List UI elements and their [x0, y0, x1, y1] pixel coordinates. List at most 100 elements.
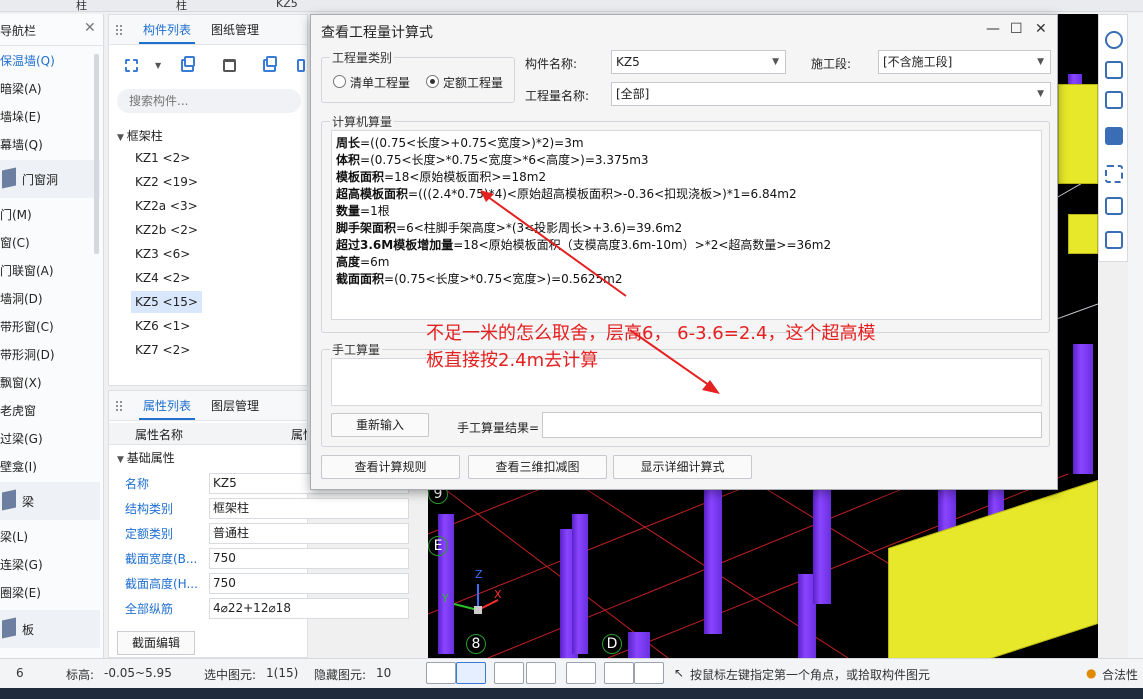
component-item[interactable]: KZ7 <2> [131, 339, 194, 361]
new-component-icon[interactable] [121, 55, 143, 77]
property-value[interactable]: 750 [209, 573, 409, 594]
component-item-selected[interactable]: KZ5 <15> [131, 291, 202, 313]
nav-item[interactable]: 连梁(G) [0, 552, 43, 578]
cube-view-icon[interactable] [1105, 91, 1123, 109]
drag-handle-icon[interactable] [115, 400, 123, 412]
scrollbar[interactable] [94, 54, 99, 254]
drag-handle-icon[interactable] [115, 24, 123, 36]
tab-layer-manage[interactable]: 图层管理 [207, 397, 263, 414]
angle-icon[interactable] [526, 662, 556, 684]
nav-group-slab[interactable]: 板 [0, 610, 100, 648]
component-item[interactable]: KZ3 <6> [131, 243, 194, 265]
layer-copy-icon[interactable] [259, 55, 281, 77]
property-header: 属性名称 属性值 [109, 423, 307, 445]
component-item[interactable]: KZ2b <2> [131, 219, 202, 241]
comp-name-select[interactable]: KZ5 ▼ [611, 50, 786, 74]
cross-select-icon[interactable] [494, 662, 524, 684]
nav-item[interactable]: 过梁(G) [0, 426, 43, 452]
property-value[interactable]: 普通柱 [209, 523, 409, 544]
formula-expr: =(0.75<长度>*0.75<宽度>*6<高度>)=3.375m3 [360, 153, 649, 167]
nav-item[interactable]: 门联窗(A) [0, 258, 54, 284]
warning-icon[interactable]: ● [1086, 666, 1096, 680]
nav-item[interactable]: 带形洞(D) [0, 342, 55, 368]
component-item[interactable]: KZ1 <2> [131, 147, 194, 169]
right-strip [1128, 14, 1143, 658]
stage-select[interactable]: [不含施工段] ▼ [878, 50, 1051, 74]
close-icon[interactable]: ✕ [1035, 21, 1047, 37]
list-view-icon[interactable] [1105, 231, 1123, 249]
property-value[interactable]: 框架柱 [209, 498, 409, 519]
chevron-down-icon[interactable]: ▼ [117, 455, 127, 465]
property-value[interactable]: 750 [209, 548, 409, 569]
nav-group-label: 梁 [22, 495, 35, 509]
component-search-input[interactable] [117, 89, 301, 113]
top-strip: 柱 柱 KZ5 [0, 0, 1143, 12]
annotation-arrow-line [483, 193, 627, 297]
save-view-icon[interactable] [604, 662, 634, 684]
nav-item[interactable]: 暗梁(A) [0, 76, 42, 102]
nav-item[interactable]: 保温墙(Q) [0, 48, 55, 74]
maximize-icon[interactable]: ☐ [1010, 21, 1023, 37]
chevron-down-icon[interactable]: ▼ [117, 133, 127, 143]
radio-quota[interactable] [426, 75, 439, 88]
wall-3d [1068, 214, 1098, 254]
reenter-button[interactable]: 重新输入 [331, 413, 429, 437]
tab-drawing-manage[interactable]: 图纸管理 [207, 21, 263, 38]
nav-item[interactable]: 墙垛(E) [0, 104, 41, 130]
2d-view-icon[interactable] [1105, 61, 1123, 79]
nav-item[interactable]: 门(M) [0, 202, 32, 228]
nav-item[interactable]: 墙洞(D) [0, 286, 43, 312]
tab-component-list[interactable]: 构件列表 [139, 21, 196, 44]
nav-item[interactable]: 壁龛(I) [0, 454, 37, 480]
close-icon[interactable]: ✕ [84, 20, 96, 36]
view-3d-deduction-button[interactable]: 查看三维扣减图 [468, 455, 607, 479]
more-icon[interactable] [295, 55, 307, 77]
qty-name-select[interactable]: [全部] ▼ [611, 82, 1051, 106]
qty-name-label: 工程量名称: [525, 89, 590, 103]
copy-icon[interactable] [177, 55, 199, 77]
radio-quota-label[interactable]: 定额工程量 [443, 74, 503, 91]
component-list-panel: 构件列表 图纸管理 ▼ ▼ 框架柱 KZ1 <2> KZ2 <19> KZ2a … [108, 14, 308, 386]
solid-view-icon[interactable] [1105, 127, 1123, 145]
section-edit-button[interactable]: 截面编辑 [117, 631, 195, 655]
elevation-value: -0.05~5.95 [104, 666, 172, 680]
radio-list-label[interactable]: 清单工程量 [350, 74, 410, 91]
formula-name: 超高模板面积 [336, 187, 409, 201]
elevation-label: 标高: [66, 668, 95, 682]
nav-item[interactable]: 飘窗(X) [0, 370, 42, 396]
nav-item[interactable]: 梁(L) [0, 524, 28, 550]
nav-item[interactable]: 幕墙(Q) [0, 132, 43, 158]
validity-check[interactable]: 合法性 [1102, 666, 1138, 683]
chevron-down-icon: ▼ [772, 57, 779, 67]
component-item[interactable]: KZ2a <3> [131, 195, 202, 217]
component-item[interactable]: KZ2 <19> [131, 171, 202, 193]
show-detail-formula-button[interactable]: 显示详细计算式 [613, 455, 752, 479]
nav-item[interactable]: 窗(C) [0, 230, 30, 256]
nav-group-beam[interactable]: 梁 [0, 482, 100, 520]
formula-line: 周长=((0.75<长度>+0.75<宽度>)*2)=3m [336, 135, 1037, 152]
view-rules-button[interactable]: 查看计算规则 [321, 455, 460, 479]
property-value[interactable]: 4⌀22+12⌀18 [209, 598, 409, 619]
rect-select-icon[interactable] [456, 662, 486, 684]
radio-list[interactable] [333, 75, 346, 88]
tab-property-list[interactable]: 属性列表 [139, 397, 196, 420]
layer-view-icon[interactable] [1105, 197, 1123, 215]
ortho-icon[interactable] [426, 662, 456, 684]
nav-item[interactable]: 老虎窗 [0, 398, 36, 424]
dropdown-arrow-icon[interactable]: ▼ [149, 55, 171, 77]
axis-z-label: Z [475, 568, 483, 581]
curve-icon[interactable] [634, 662, 664, 684]
minimize-icon[interactable]: — [986, 21, 1000, 37]
nav-item[interactable]: 带形窗(C) [0, 314, 54, 340]
component-item[interactable]: KZ4 <2> [131, 267, 194, 289]
delete-icon[interactable] [219, 55, 241, 77]
component-item[interactable]: KZ6 <1> [131, 315, 194, 337]
nav-group-doors[interactable]: 门窗洞 [0, 160, 100, 198]
snap-icon[interactable] [566, 662, 596, 684]
property-key: 截面高度(H... [125, 577, 198, 591]
property-section[interactable]: ▼ 基础属性 [117, 449, 175, 466]
tree-root[interactable]: ▼ 框架柱 [117, 127, 163, 144]
orbit-icon[interactable] [1105, 31, 1123, 49]
nav-item[interactable]: 圈梁(E) [0, 580, 41, 606]
fit-view-icon[interactable] [1105, 165, 1123, 183]
